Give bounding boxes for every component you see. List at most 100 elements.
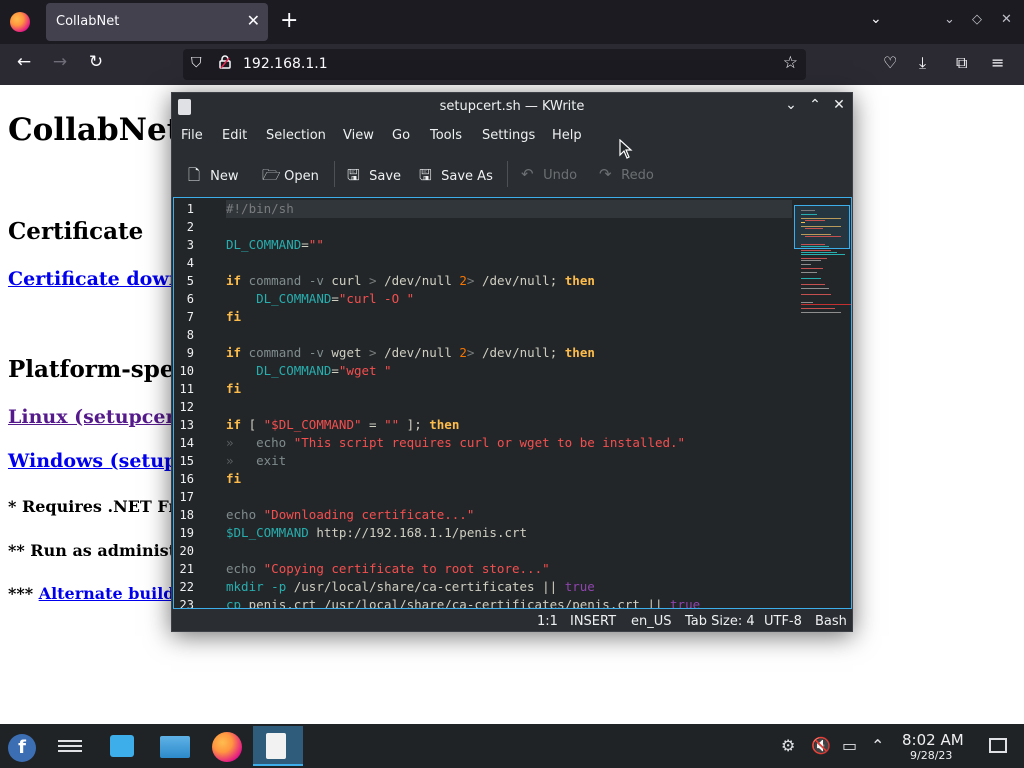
list-all-tabs-chevron-icon[interactable]: ⌄ xyxy=(870,11,882,27)
certificate-download-link[interactable]: Certificate downl xyxy=(8,268,190,290)
open-button[interactable]: 🗁 Open xyxy=(262,165,319,190)
file-encoding[interactable]: UTF-8 xyxy=(764,614,802,629)
linux-setupcert-link[interactable]: Linux (setupcert. xyxy=(8,406,191,428)
minimap-scrollbar[interactable] xyxy=(793,198,851,608)
code-token: -v xyxy=(308,345,324,360)
kwrite-task[interactable] xyxy=(253,726,303,766)
kwrite-toolbar: 🗋 New 🗁 Open 🖫 Save 🖫 Save As ↶ Undo ↷ R… xyxy=(172,155,852,193)
tab-title: CollabNet xyxy=(56,14,120,29)
forward-arrow-icon[interactable]: → xyxy=(47,52,73,72)
firefox-view-icon[interactable] xyxy=(10,12,30,32)
code-line: if [ "$DL_COMMAND" = "" ]; then xyxy=(226,416,459,434)
system-settings-task[interactable] xyxy=(46,726,90,766)
minimap-line xyxy=(801,214,817,215)
code-token: echo xyxy=(226,507,257,522)
clock-date[interactable]: 9/28/23 xyxy=(910,749,952,762)
menu-view[interactable]: View xyxy=(343,128,374,143)
syntax-mode[interactable]: Bash xyxy=(815,614,847,629)
kwrite-close-icon[interactable]: ✕ xyxy=(830,97,848,113)
menu-edit[interactable]: Edit xyxy=(222,128,247,143)
kwrite-maximize-icon[interactable]: ⌃ xyxy=(806,97,824,113)
site-info-lock-icon[interactable] xyxy=(219,55,231,73)
redo-button[interactable]: ↷ Redo xyxy=(599,165,654,183)
back-arrow-icon[interactable]: ← xyxy=(11,52,37,72)
code-token: mkdir xyxy=(226,579,264,594)
code-token: echo xyxy=(226,561,257,576)
minimap-line xyxy=(801,222,805,223)
code-token: if xyxy=(226,345,242,360)
code-token: command xyxy=(248,273,302,288)
menu-help[interactable]: Help xyxy=(552,128,582,143)
show-hidden-icons-chevron-icon[interactable]: ⌃ xyxy=(871,736,884,755)
line-number: 14 xyxy=(179,436,194,450)
code-token: true xyxy=(564,579,595,594)
line-number: 13 xyxy=(179,418,194,432)
bookmark-star-icon[interactable]: ☆ xyxy=(783,53,798,73)
undo-label: Undo xyxy=(543,168,578,183)
minimap-line xyxy=(801,304,851,305)
settings-sliders-icon xyxy=(58,737,82,755)
menu-tools[interactable]: Tools xyxy=(430,128,462,143)
redo-icon: ↷ xyxy=(599,165,612,183)
code-token: /usr/local/share/ca-certificates || xyxy=(286,579,565,594)
new-button[interactable]: 🗋 New xyxy=(188,165,239,190)
line-number: 9 xyxy=(186,346,194,360)
note-alt-prefix: *** xyxy=(8,584,39,603)
file-manager-task[interactable] xyxy=(152,726,196,766)
cursor-position[interactable]: 1:1 xyxy=(537,614,558,629)
menu-go[interactable]: Go xyxy=(392,128,410,143)
network-tray-icon[interactable]: ⚙ xyxy=(781,736,795,755)
window-minimize-icon[interactable]: ⌄ xyxy=(944,12,955,27)
window-maximize-icon[interactable]: ◇ xyxy=(972,12,982,27)
application-launcher[interactable]: f xyxy=(0,726,44,766)
extensions-icon[interactable]: ⧉ xyxy=(956,53,967,73)
fedora-logo-icon: f xyxy=(8,734,36,762)
menu-file[interactable]: File xyxy=(181,128,203,143)
pocket-icon[interactable]: ♡ xyxy=(883,53,897,72)
code-line: DL_COMMAND="curl -O " xyxy=(226,290,414,308)
code-token: fi xyxy=(226,309,242,324)
code-token: "" xyxy=(384,417,400,432)
code-editor[interactable]: 1 2 3 4 5 6 7 8 9 10 11 12 13 14 15 16 1… xyxy=(173,197,852,609)
kwrite-window: setupcert.sh — KWrite ⌄ ⌃ ✕ File Edit Se… xyxy=(171,92,853,632)
minimap-viewport[interactable] xyxy=(794,205,850,249)
browser-tab-collabnet[interactable]: CollabNet ✕ xyxy=(46,3,268,41)
discover-task[interactable] xyxy=(100,726,144,766)
undo-button[interactable]: ↶ Undo xyxy=(521,165,577,183)
code-token: curl xyxy=(331,273,362,288)
code-token: DL_COMMAND xyxy=(256,363,332,378)
software-store-icon xyxy=(110,735,134,757)
line-number: 7 xyxy=(186,310,194,324)
menu-settings[interactable]: Settings xyxy=(482,128,535,143)
tracking-shield-icon[interactable]: ⛉ xyxy=(191,55,202,71)
volume-muted-icon[interactable]: 🔇 xyxy=(811,736,831,755)
clock-time[interactable]: 8:02 AM xyxy=(902,731,964,749)
show-desktop-icon[interactable] xyxy=(989,738,1007,753)
display-tray-icon[interactable]: ▭ xyxy=(842,736,857,755)
downloads-icon[interactable]: ⤓ xyxy=(919,53,926,73)
new-tab-button[interactable]: + xyxy=(280,9,298,33)
code-token: "" xyxy=(308,237,324,252)
code-line: DL_COMMAND="" xyxy=(226,236,324,254)
windows-setupcert-link[interactable]: Windows (setupc xyxy=(8,450,189,472)
input-mode[interactable]: INSERT xyxy=(570,614,616,629)
save-button[interactable]: 🖫 Save xyxy=(347,165,401,190)
url-text[interactable]: 192.168.1.1 xyxy=(243,56,328,72)
kwrite-minimize-icon[interactable]: ⌄ xyxy=(782,97,800,113)
window-close-icon[interactable]: ✕ xyxy=(1001,12,1012,27)
alternate-build-link[interactable]: Alternate build f xyxy=(39,584,187,603)
url-bar[interactable]: ⛉ 192.168.1.1 ☆ xyxy=(183,49,806,80)
menu-selection[interactable]: Selection xyxy=(266,128,326,143)
reload-icon[interactable]: ↻ xyxy=(83,52,109,72)
code-line: echo "Downloading certificate..." xyxy=(226,506,474,524)
kwrite-titlebar[interactable]: setupcert.sh — KWrite ⌄ ⌃ ✕ xyxy=(172,93,852,121)
spellcheck-language[interactable]: en_US xyxy=(631,614,672,629)
tab-size[interactable]: Tab Size: 4 xyxy=(685,614,755,629)
firefox-task[interactable] xyxy=(204,726,248,766)
code-line: DL_COMMAND="wget " xyxy=(226,362,391,380)
code-text-area[interactable]: #!/bin/sh DL_COMMAND="" if command -v cu… xyxy=(226,198,792,608)
app-menu-icon[interactable]: ≡ xyxy=(991,53,1004,72)
tab-close-icon[interactable]: ✕ xyxy=(247,11,260,30)
save-as-button[interactable]: 🖫 Save As xyxy=(419,165,493,190)
code-token: command xyxy=(248,345,302,360)
